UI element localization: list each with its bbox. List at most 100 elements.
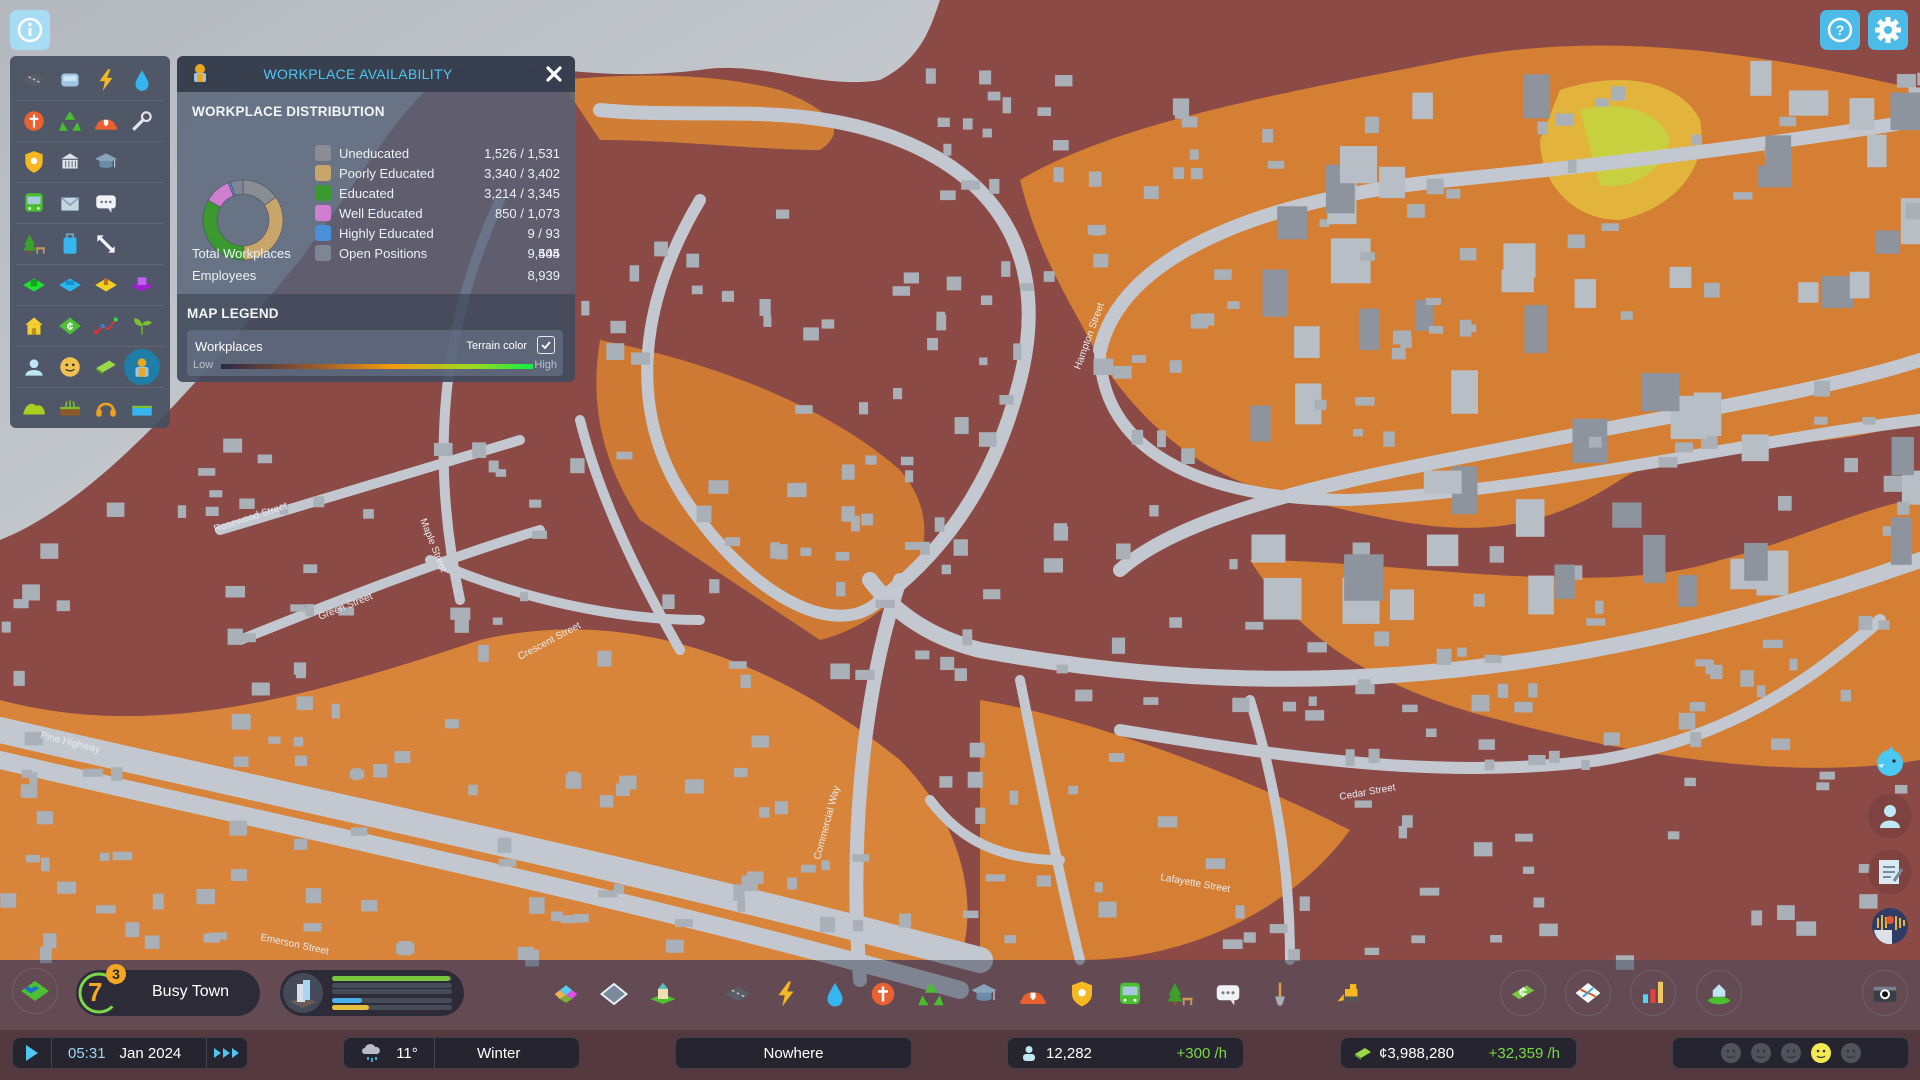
infoview-luggage-button[interactable] [52, 226, 88, 262]
close-button[interactable] [539, 59, 569, 89]
play-button[interactable] [13, 1038, 52, 1068]
citizen-button[interactable] [1868, 794, 1912, 838]
happiness-icon [60, 357, 80, 377]
tool-road-button[interactable] [718, 974, 758, 1014]
tool-recycling-button[interactable] [911, 974, 951, 1014]
building [1689, 701, 1706, 712]
infoview-soil-button[interactable] [52, 390, 88, 426]
tool-signature-building-button[interactable] [643, 974, 683, 1014]
building [268, 736, 281, 744]
city-info-button[interactable] [1696, 970, 1742, 1016]
workplace-availability-panel: WORKPLACE AVAILABILITY WORKPLACE DISTRIB… [177, 56, 575, 382]
chirper-button[interactable] [1868, 740, 1912, 784]
budget-button[interactable]: ¢ [1500, 970, 1546, 1016]
happiness-display[interactable] [1672, 1037, 1909, 1069]
infoview-maintenance-wrench-button[interactable] [124, 103, 160, 139]
building [1603, 732, 1620, 746]
building [1037, 107, 1052, 116]
infoview-chat-bubble-button[interactable] [88, 185, 124, 221]
infoview-noise-headphones-button[interactable] [88, 390, 124, 426]
settings-button[interactable] [1868, 10, 1908, 50]
building [1497, 683, 1509, 699]
demand-pill[interactable] [280, 970, 464, 1016]
money-display[interactable]: ¢3,988,280 +32,359 /h [1340, 1037, 1577, 1069]
infoview-bus-button[interactable] [16, 185, 52, 221]
infoview-house-button[interactable] [16, 308, 52, 344]
tool-bus-button[interactable] [1110, 974, 1150, 1014]
infoview-happiness-button[interactable] [52, 349, 88, 385]
building [980, 295, 993, 306]
tool-water-drop-button[interactable] [815, 974, 855, 1014]
building [1705, 660, 1714, 675]
infoview-terrain-button[interactable] [16, 390, 52, 426]
building [468, 784, 478, 796]
statistics-button[interactable] [1630, 970, 1676, 1016]
infoview-transport-bus-button[interactable] [52, 62, 88, 98]
population-display[interactable]: 12,282 +300 /h [1007, 1037, 1244, 1069]
info-button[interactable] [10, 10, 50, 50]
building [1098, 901, 1117, 918]
infoview-police-badge-button[interactable] [16, 144, 52, 180]
building [1905, 202, 1920, 220]
infoview-workplaces-button[interactable] [124, 349, 160, 385]
infoview-road-button[interactable] [16, 62, 52, 98]
infoview-commercial-zone-button[interactable] [52, 267, 88, 303]
infoview-education-cap-button[interactable] [88, 144, 124, 180]
infoview-fire-helmet-button[interactable] [88, 103, 124, 139]
infoview-land-value-button[interactable]: ¢ [52, 308, 88, 344]
info-icon [17, 17, 43, 43]
building [1294, 326, 1320, 358]
building [1894, 784, 1908, 794]
tool-education-cap-button[interactable] [964, 974, 1004, 1014]
tool-zoning-button[interactable] [546, 974, 586, 1014]
infoview-park-button[interactable] [16, 226, 52, 262]
tool-electricity-button[interactable] [766, 974, 806, 1014]
infoview-groundwater-button[interactable] [124, 390, 160, 426]
infoview-mail-button[interactable] [52, 185, 88, 221]
infoview-healthcare-button[interactable] [16, 103, 52, 139]
transit-map-button[interactable] [1565, 970, 1611, 1016]
building [1555, 113, 1574, 126]
tool-fire-helmet-button[interactable] [1013, 974, 1053, 1014]
building [1779, 116, 1797, 127]
location-display[interactable]: Nowhere [675, 1037, 912, 1069]
section-title: WORKPLACE DISTRIBUTION [192, 104, 385, 119]
infoview-sprout-button[interactable] [124, 308, 160, 344]
total-workplaces-row: Total Workplaces 9,444 [192, 246, 560, 261]
help-button[interactable]: ? [1820, 10, 1860, 50]
tool-park-button[interactable] [1160, 974, 1200, 1014]
infoview-water-drop-button[interactable] [124, 62, 160, 98]
infoview-resize-arrow-button[interactable] [88, 226, 124, 262]
building [231, 713, 251, 730]
infoview-residential-zone-button[interactable] [16, 267, 52, 303]
notes-button[interactable] [1868, 850, 1912, 894]
building [954, 668, 967, 681]
infoview-population-button[interactable] [16, 349, 52, 385]
tool-area-button[interactable] [594, 974, 634, 1014]
building [1352, 429, 1364, 437]
building [1515, 833, 1533, 842]
infoview-recycling-button[interactable] [52, 103, 88, 139]
zoning-overlay-button[interactable] [12, 968, 58, 1014]
tool-police-badge-button[interactable] [1062, 974, 1102, 1014]
tool-chat-bubble-button[interactable] [1208, 974, 1248, 1014]
camera-button[interactable] [1862, 970, 1908, 1016]
infoview-industrial-zone-button[interactable] [88, 267, 124, 303]
building [1620, 311, 1633, 320]
infoview-office-zone-button[interactable] [124, 267, 160, 303]
milestone-pill[interactable]: 7 3 Busy Town [76, 964, 260, 1016]
tool-bulldozer-button[interactable] [1330, 974, 1370, 1014]
tool-landscaping-shovel-button[interactable] [1260, 974, 1300, 1014]
radio-button[interactable] [1868, 904, 1912, 948]
building [1669, 266, 1692, 288]
infoview-government-building-button[interactable] [52, 144, 88, 180]
building [1227, 301, 1240, 309]
speed-button[interactable] [206, 1038, 247, 1068]
building [899, 913, 912, 928]
terrain-color-checkbox[interactable] [537, 336, 555, 354]
infoview-money-button[interactable] [88, 349, 124, 385]
tool-healthcare-button[interactable] [863, 974, 903, 1014]
infoview-trend-graph-button[interactable] [88, 308, 124, 344]
game-viewport[interactable]: Rosewood Street Green Street Crescent St… [0, 0, 1920, 1080]
infoview-electricity-button[interactable] [88, 62, 124, 98]
